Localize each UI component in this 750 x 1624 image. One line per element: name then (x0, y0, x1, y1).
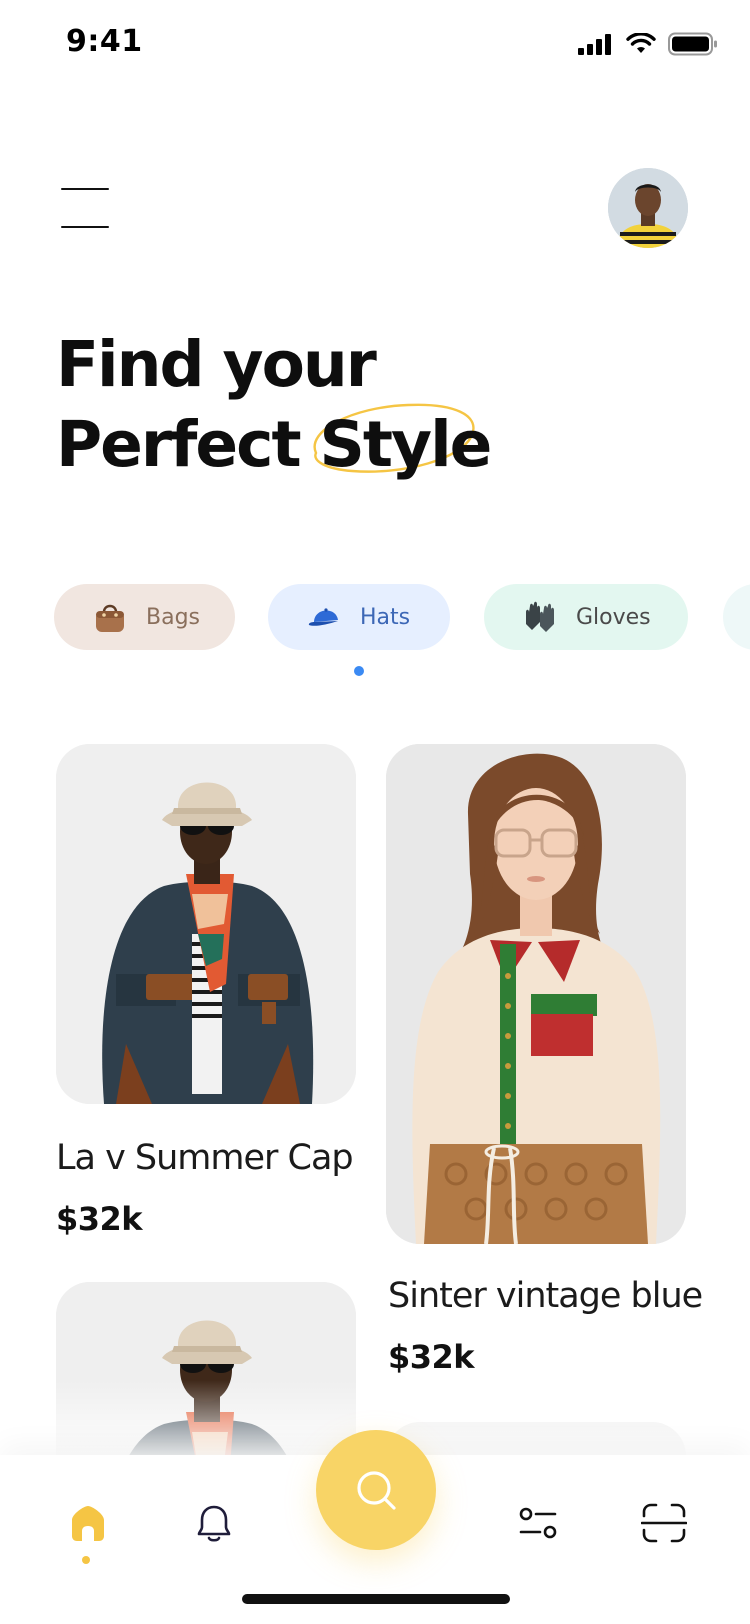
category-chip-hats[interactable]: Hats (268, 584, 450, 650)
product-name-1[interactable]: La v Summer Cap (56, 1138, 354, 1178)
gloves-icon (522, 599, 558, 635)
avatar[interactable] (608, 168, 688, 248)
home-icon[interactable] (60, 1495, 116, 1551)
app-screen: 9:41 Find your Perfect Style Bags Hats G… (0, 0, 750, 1624)
page-title: Find your Perfect Style (56, 325, 696, 485)
cellular-signal-icon (578, 33, 614, 59)
header (0, 160, 750, 260)
product-image-1[interactable] (56, 744, 356, 1104)
home-indicator (242, 1594, 510, 1604)
title-highlight-word: Style (319, 408, 493, 481)
category-label-gloves: Gloves (576, 604, 651, 630)
search-button[interactable] (316, 1430, 436, 1550)
product-image-2[interactable] (386, 744, 686, 1244)
category-chip-gloves[interactable]: Gloves (484, 584, 688, 650)
nav-active-dot (82, 1556, 90, 1564)
title-line-2-prefix: Perfect (56, 408, 302, 481)
product-price-2: $32k (388, 1338, 475, 1376)
handbag-icon (92, 599, 128, 635)
hamburger-menu-icon[interactable] (58, 184, 114, 228)
model-collared-blouse (386, 744, 686, 1244)
status-time: 9:41 (66, 24, 143, 59)
title-line-1: Find your (56, 328, 377, 401)
model-bucket-hat-jacket (56, 744, 356, 1104)
search-icon (357, 1471, 396, 1510)
category-label-hats: Hats (360, 604, 411, 630)
bell-icon[interactable] (186, 1495, 242, 1551)
scan-icon[interactable] (636, 1495, 692, 1551)
product-price-1: $32k (56, 1200, 143, 1238)
battery-icon (668, 32, 718, 60)
status-icons (578, 32, 718, 60)
category-label-bags: Bags (146, 604, 201, 630)
category-chip-more[interactable] (723, 584, 750, 650)
wifi-icon (626, 32, 656, 59)
category-chip-bags[interactable]: Bags (54, 584, 235, 650)
title-highlight: Style (312, 403, 493, 485)
cap-icon (306, 599, 342, 635)
product-name-2[interactable]: Sinter vintage blue (388, 1276, 703, 1316)
filter-icon[interactable] (510, 1495, 566, 1551)
category-chips: Bags Hats Gloves (54, 584, 750, 650)
category-active-indicator (354, 666, 364, 676)
title-line-2: Perfect Style (56, 403, 696, 485)
status-bar: 9:41 (0, 0, 750, 90)
